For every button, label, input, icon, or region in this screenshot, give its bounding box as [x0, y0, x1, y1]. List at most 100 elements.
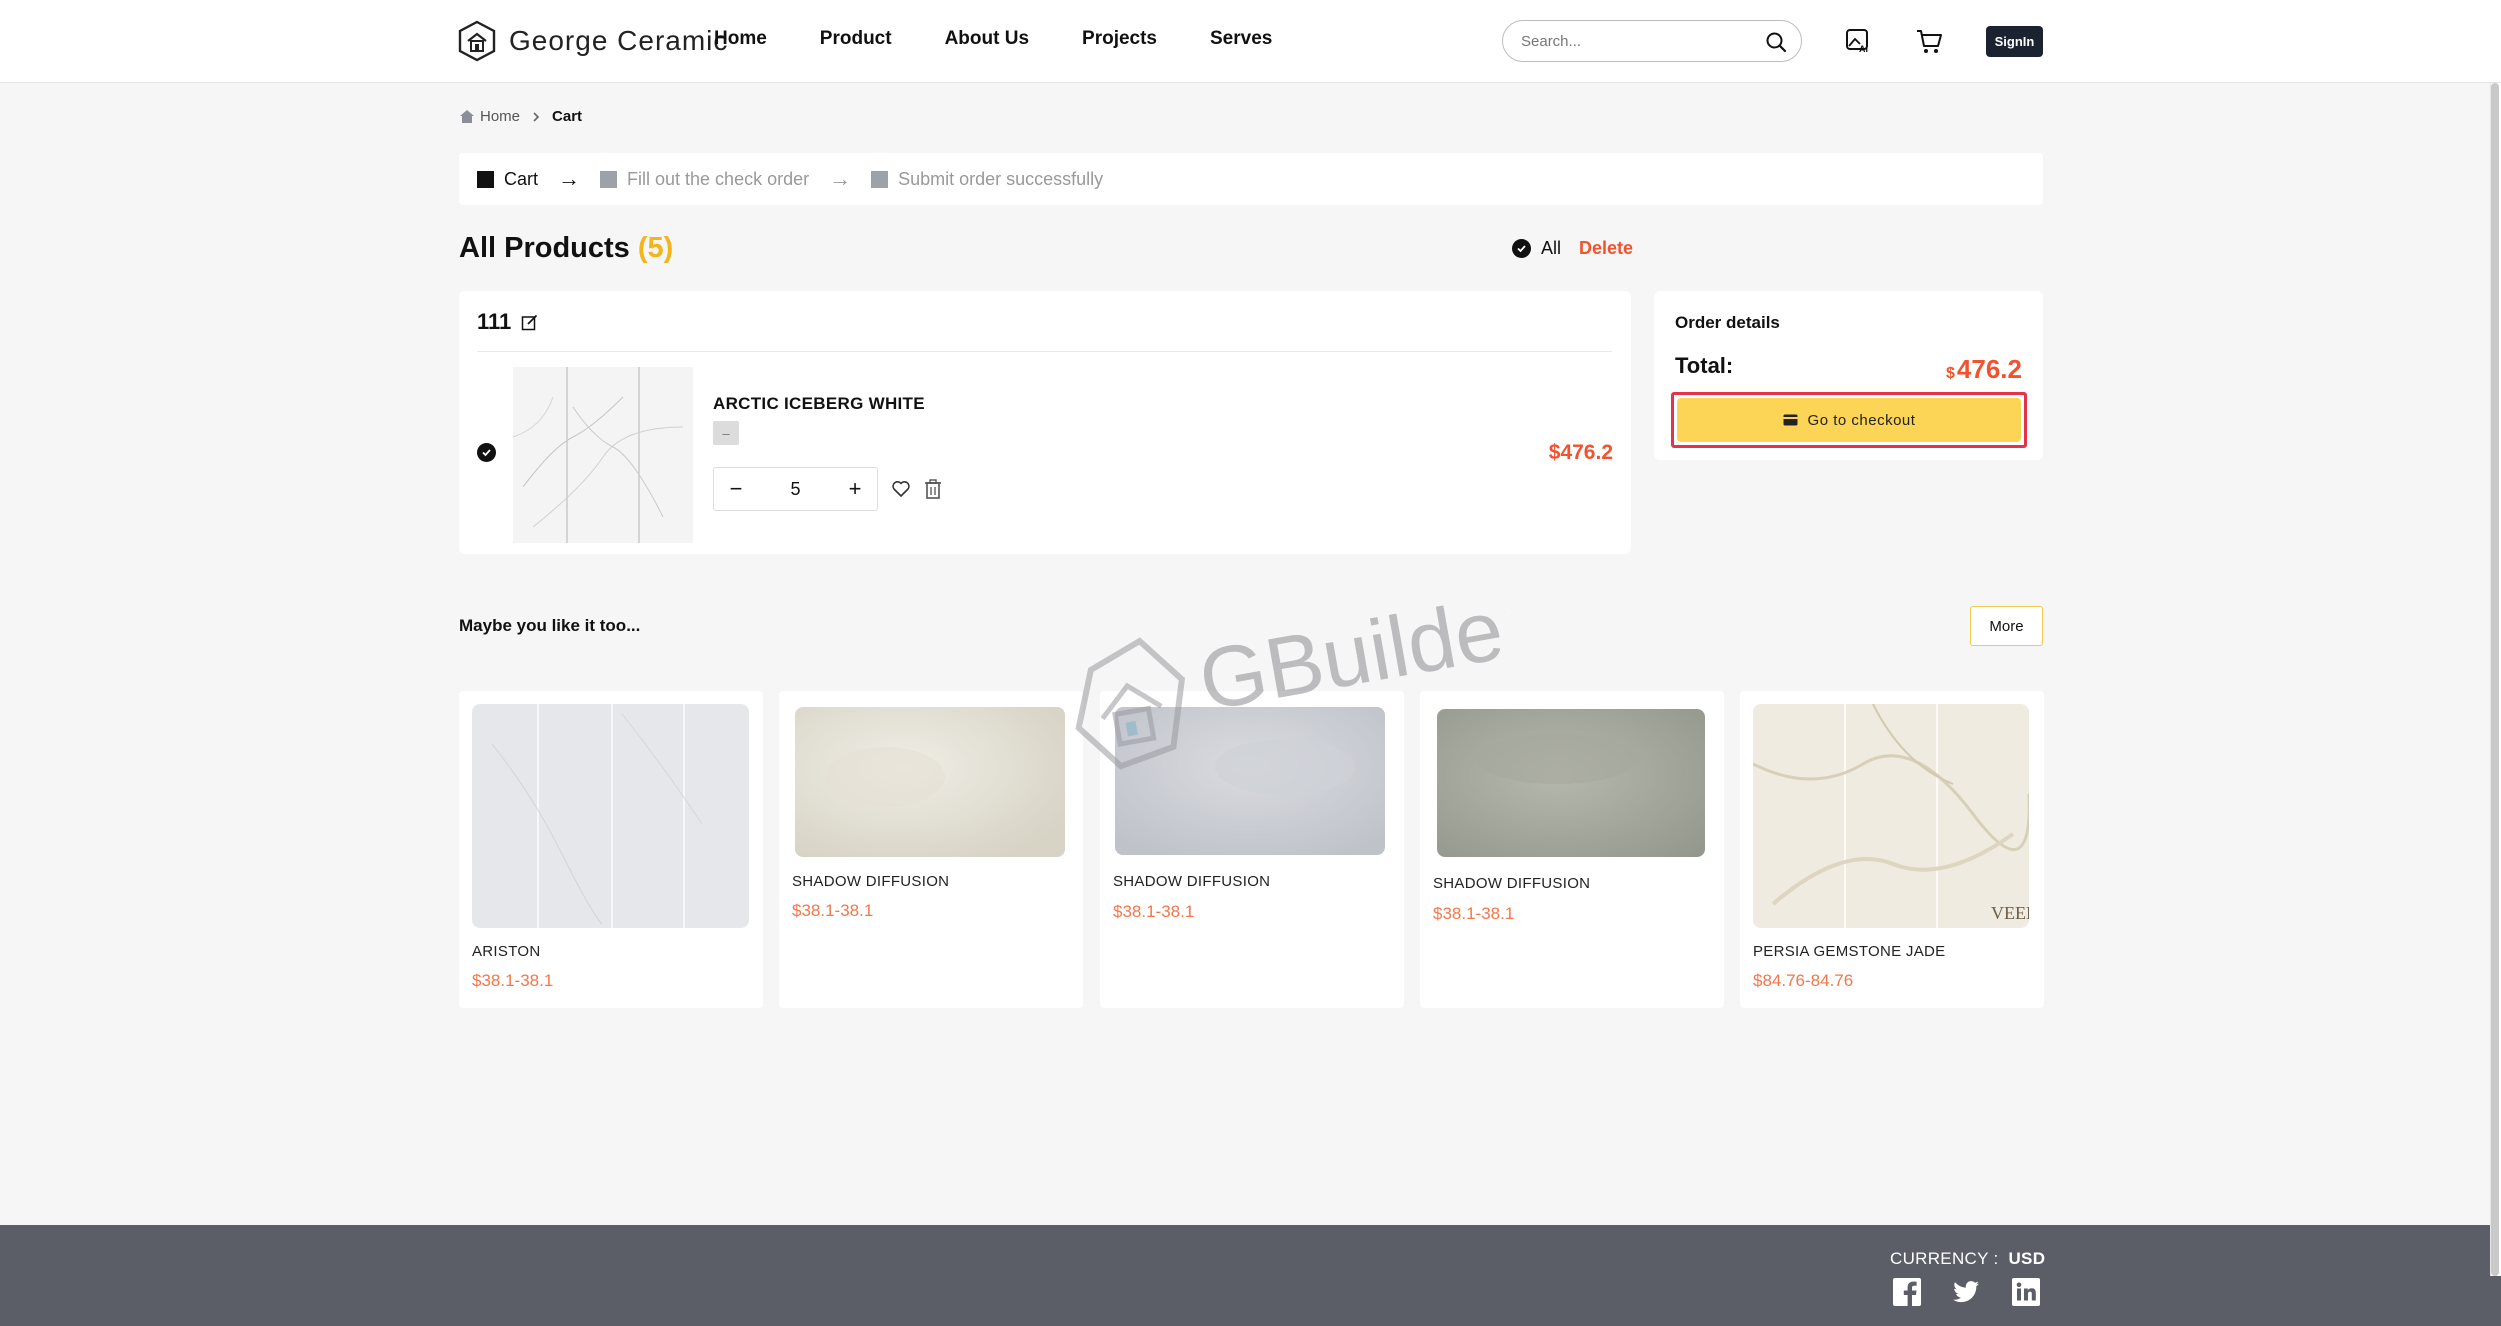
nav-home[interactable]: Home	[714, 28, 767, 50]
brand-logo[interactable]: George Ceramic	[457, 20, 728, 62]
product-name: SHADOW DIFFUSION	[792, 873, 950, 890]
breadcrumb-current: Cart	[552, 108, 583, 125]
currency-symbol: $	[1946, 365, 1955, 382]
brand-name: George Ceramic	[509, 25, 729, 56]
select-all-checkbox[interactable]	[1512, 239, 1531, 258]
delete-button[interactable]: Delete	[1579, 238, 1633, 259]
svg-text:VEEES: VEEES	[1991, 903, 2029, 923]
product-count: (5)	[637, 232, 674, 264]
product-name: SHADOW DIFFUSION	[1433, 875, 1591, 892]
step-marker-icon	[477, 170, 494, 188]
twitter-icon[interactable]	[1952, 1278, 1980, 1306]
product-name[interactable]: ARCTIC ICEBERG WHITE	[713, 394, 925, 414]
site-footer: CURRENCY : USD	[0, 1225, 2501, 1326]
step-label: Fill out the check order	[627, 168, 810, 189]
select-all-label[interactable]: All	[1541, 238, 1561, 259]
nav-about-us[interactable]: About Us	[945, 28, 1029, 50]
breadcrumb: Home Cart	[459, 108, 582, 125]
cart-icon[interactable]	[1914, 26, 1944, 56]
decrease-button[interactable]: −	[714, 468, 758, 510]
nav-serves[interactable]: Serves	[1210, 28, 1272, 50]
heart-icon[interactable]	[891, 479, 911, 499]
product-price: $38.1-38.1	[1433, 904, 1515, 923]
more-button[interactable]: More	[1970, 606, 2043, 646]
order-details-card: Order details Total: $476.2 Go to checko…	[1654, 291, 2043, 460]
currency-value: USD	[2008, 1249, 2046, 1268]
quantity-stepper: − 5 +	[713, 467, 878, 511]
step-label: Cart	[504, 168, 539, 189]
edit-icon[interactable]	[521, 314, 538, 331]
product-thumbnail	[1437, 709, 1705, 857]
go-to-checkout-button[interactable]: Go to checkout	[1677, 398, 2021, 442]
arrow-right-icon: →	[829, 166, 852, 191]
page-title: All Products (5)	[459, 232, 673, 265]
product-name: ARISTON	[472, 943, 541, 960]
home-icon	[460, 110, 474, 123]
main-nav: Home Product About Us Projects Serves	[714, 28, 1272, 50]
recommendation-card[interactable]: SHADOW DIFFUSION $38.1-38.1	[1420, 691, 1724, 1008]
step-label: Submit order successfully	[898, 168, 1104, 189]
chevron-right-icon	[533, 111, 540, 122]
trash-icon[interactable]	[923, 478, 943, 500]
product-name: SHADOW DIFFUSION	[1113, 873, 1271, 890]
checkout-steps: Cart → Fill out the check order → Submit…	[459, 153, 2043, 205]
product-name: PERSIA GEMSTONE JADE	[1753, 943, 1946, 960]
page-title-text: All Products	[459, 232, 630, 264]
house-hexagon-logo-icon	[458, 20, 496, 62]
search-box	[1502, 20, 1802, 62]
nav-projects[interactable]: Projects	[1082, 28, 1157, 50]
checkout-label: Go to checkout	[1807, 411, 1916, 429]
product-image[interactable]	[513, 367, 693, 543]
total-amount: 476.2	[1956, 354, 2022, 384]
total-label: Total:	[1675, 353, 1734, 378]
product-price: $38.1-38.1	[472, 971, 554, 990]
product-thumbnail: VEEES	[1753, 704, 2029, 928]
recommendation-card[interactable]: SHADOW DIFFUSION $38.1-38.1	[779, 691, 1083, 1008]
search-icon[interactable]	[1765, 31, 1787, 53]
item-checkbox[interactable]	[477, 443, 496, 462]
step-fill-order: Fill out the check order	[600, 169, 809, 190]
credit-card-icon	[1783, 414, 1798, 426]
recommendation-card[interactable]: SHADOW DIFFUSION $38.1-38.1	[1100, 691, 1404, 1008]
scrollbar-thumb[interactable]	[2491, 83, 2499, 1276]
step-submit: Submit order successfully	[871, 169, 1103, 190]
product-price: $38.1-38.1	[1113, 902, 1195, 921]
order-title: Order details	[1675, 313, 1780, 332]
increase-button[interactable]: +	[833, 468, 877, 510]
nav-product[interactable]: Product	[820, 28, 892, 50]
breadcrumb-home-label: Home	[480, 108, 521, 125]
arrow-right-icon: →	[558, 166, 581, 191]
select-all-row: All Delete	[1512, 238, 1633, 259]
search-input[interactable]	[1521, 30, 1751, 52]
product-price: $38.1-38.1	[792, 901, 874, 920]
top-header: George Ceramic Home Product About Us Pro…	[0, 0, 2501, 83]
facebook-icon[interactable]	[1893, 1278, 1921, 1306]
currency-selector[interactable]: CURRENCY : USD	[1890, 1249, 2045, 1269]
checkout-highlight: Go to checkout	[1671, 392, 2027, 448]
check-icon	[482, 449, 491, 457]
step-marker-icon	[871, 170, 889, 188]
product-price: $84.76-84.76	[1753, 971, 1854, 990]
svg-text:AI: AI	[1859, 44, 1868, 54]
recommendation-card[interactable]: ARISTON $38.1-38.1	[459, 691, 763, 1008]
product-thumbnail	[472, 704, 749, 928]
product-thumbnail	[795, 707, 1065, 857]
check-icon	[1517, 245, 1526, 253]
step-cart: Cart	[477, 169, 538, 190]
quantity-value[interactable]: 5	[758, 479, 833, 500]
page-scrollbar[interactable]	[2490, 83, 2501, 1276]
store-name: 111	[477, 309, 512, 334]
total-value: $476.2	[1946, 354, 2022, 385]
recommendations-title: Maybe you like it too...	[459, 616, 641, 635]
product-spec-tag: –	[713, 421, 739, 445]
store-header: 111	[477, 309, 538, 335]
item-price: $476.2	[1548, 441, 1613, 464]
ai-image-search-icon[interactable]: AI	[1844, 26, 1874, 56]
linkedin-icon[interactable]	[2012, 1278, 2040, 1306]
cart-store-card: 111 ARCTIC ICEBERG WHITE – − 5 + $476.2	[459, 291, 1631, 554]
breadcrumb-home[interactable]: Home	[459, 108, 520, 125]
recommendation-card[interactable]: VEEES PERSIA GEMSTONE JADE $84.76-84.76	[1740, 691, 2044, 1008]
signin-button[interactable]: SignIn	[1986, 26, 2043, 57]
divider	[477, 351, 1612, 352]
product-thumbnail	[1115, 707, 1385, 855]
